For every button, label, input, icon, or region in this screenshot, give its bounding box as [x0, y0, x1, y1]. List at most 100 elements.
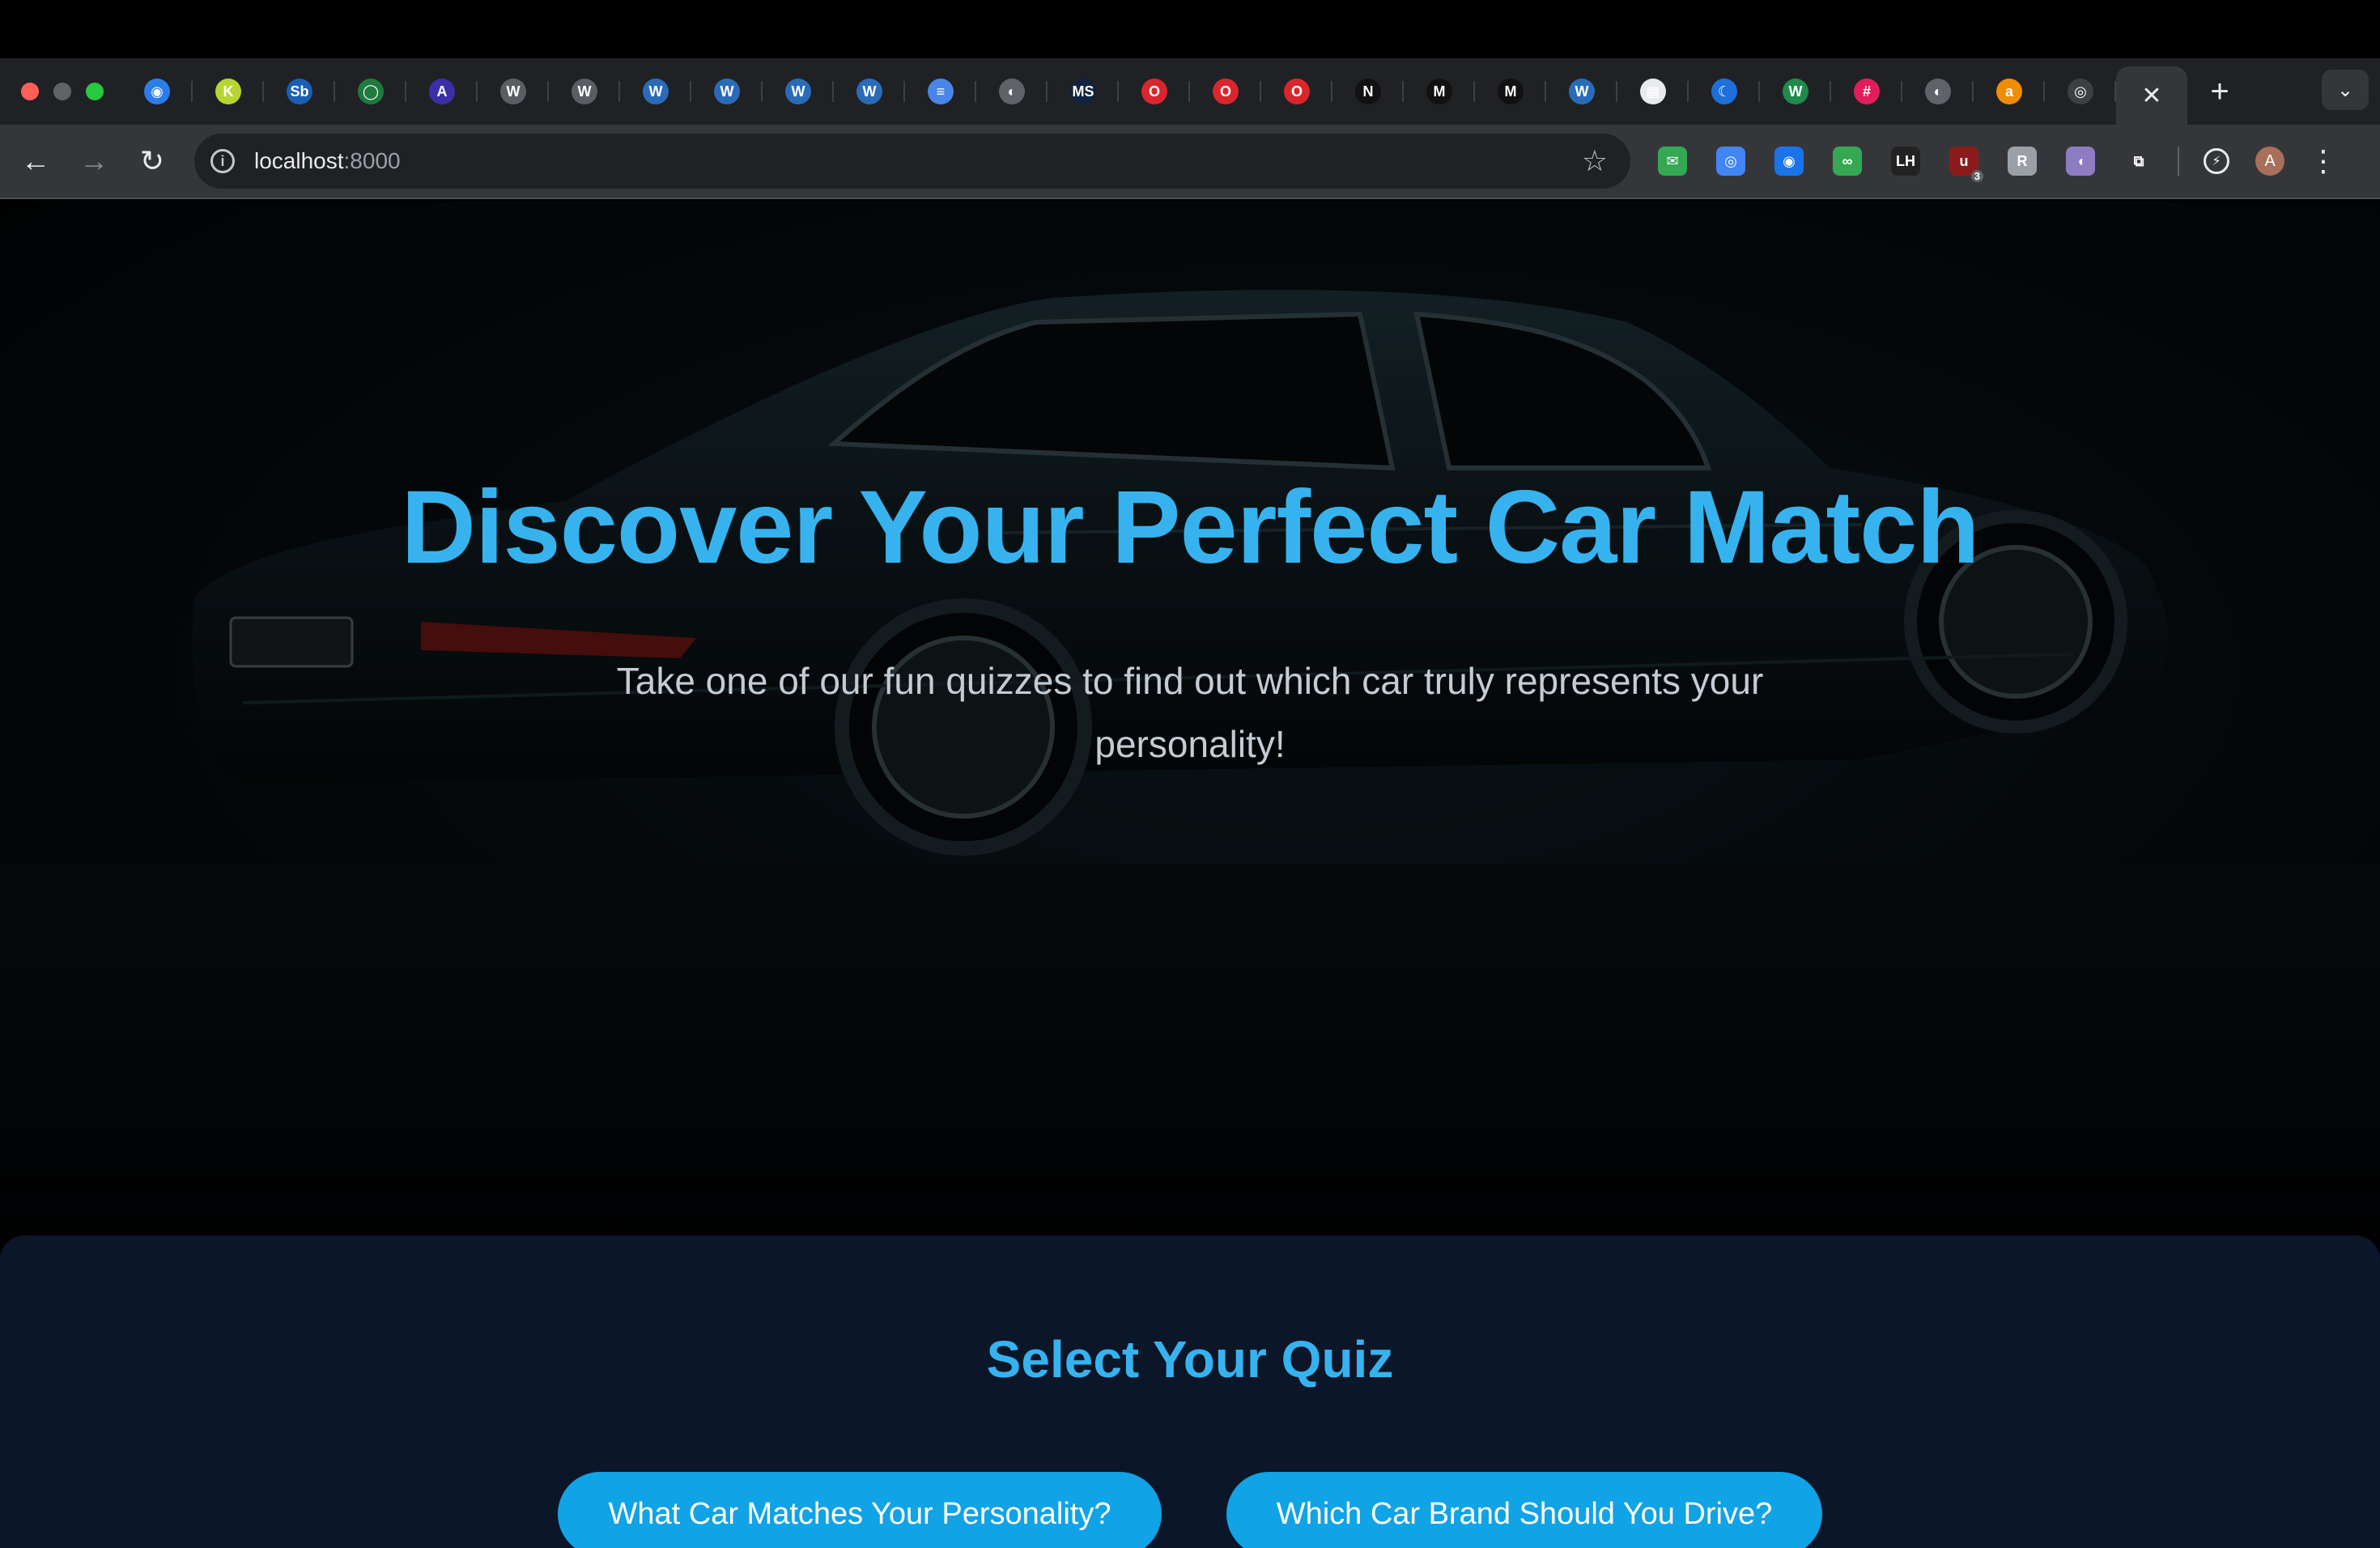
tab-26[interactable]: a [1974, 58, 2045, 125]
personality-quiz-button[interactable]: What Car Matches Your Personality? [558, 1472, 1162, 1548]
tripadvisor-icon[interactable]: ∞ [1833, 147, 1862, 176]
target-icon[interactable]: ◎ [1716, 147, 1745, 176]
tab-21[interactable]: ▦ [1617, 58, 1689, 125]
toolbar-divider [2178, 147, 2179, 176]
w-logo-icon: W [500, 79, 526, 104]
hero-subtitle: Take one of our fun quizzes to find out … [616, 660, 1764, 765]
a-logo-icon: A [429, 79, 455, 104]
tab-19[interactable]: M [1475, 58, 1546, 125]
safari-icon: ◉ [144, 79, 170, 104]
w-orange-icon: W [856, 79, 882, 104]
w-green-icon: W [1783, 79, 1808, 104]
opera-icon: O [1284, 79, 1310, 104]
puzzle-icon[interactable]: ⧉ [2124, 147, 2153, 176]
tab-22[interactable]: ☾ [1689, 58, 1760, 125]
hero-section: Discover Your Perfect Car Match Take one… [0, 201, 2380, 1237]
medium-icon: M [1426, 79, 1452, 104]
tab-14[interactable]: O [1119, 58, 1190, 125]
tab-13[interactable]: MS [1048, 58, 1119, 125]
sb-logo-icon: Sb [287, 79, 312, 104]
forward-button[interactable]: → [65, 132, 123, 190]
site-info-icon[interactable]: i [210, 149, 235, 173]
tab-18[interactable]: M [1404, 58, 1475, 125]
profile-avatar[interactable]: A [2255, 147, 2284, 176]
performance-icon[interactable]: ⚡ [2204, 148, 2229, 174]
netflix-icon: N [1355, 79, 1381, 104]
url-text[interactable]: localhost:8000 [254, 148, 401, 174]
active-tab[interactable]: ✕ [2116, 66, 2187, 125]
url-host: localhost [254, 148, 344, 173]
r-icon[interactable]: R [2008, 147, 2037, 176]
tab-0[interactable]: ◉ [121, 58, 193, 125]
tab-23[interactable]: W [1760, 58, 1831, 125]
ghost-icon[interactable]: ◖ [2066, 147, 2095, 176]
tab-24[interactable]: # [1831, 58, 1902, 125]
tab-17[interactable]: N [1332, 58, 1404, 125]
opera-icon: O [1141, 79, 1167, 104]
hero-title: Discover Your Perfect Car Match [401, 470, 1980, 585]
address-bar[interactable]: i localhost:8000 ☆ [194, 134, 1630, 189]
w-logo-icon: W [572, 79, 597, 104]
mail-check-icon[interactable]: ✉ [1658, 147, 1687, 176]
w-orange-icon: W [714, 79, 740, 104]
tab-7[interactable]: W [620, 58, 691, 125]
github-icon: ◎ [2068, 79, 2093, 104]
tab-12[interactable]: ◐ [976, 58, 1048, 125]
opera-icon: O [1213, 79, 1239, 104]
new-tab-button[interactable]: + [2187, 74, 2252, 110]
tab-8[interactable]: W [691, 58, 763, 125]
page-content: Discover Your Perfect Car Match Take one… [0, 201, 2380, 1548]
tab-2[interactable]: Sb [264, 58, 335, 125]
window-controls [0, 83, 121, 100]
w-orange-icon: W [785, 79, 811, 104]
tab-25[interactable]: ◐ [1902, 58, 1974, 125]
docs-icon: ≡ [928, 79, 954, 104]
close-tab-icon[interactable]: ✕ [2141, 82, 2161, 110]
quiz-button-group: What Car Matches Your Personality? Which… [0, 1472, 2380, 1548]
brand-quiz-button[interactable]: Which Car Brand Should You Drive? [1226, 1472, 1822, 1548]
wave-icon: ☾ [1711, 79, 1737, 104]
morgan-stanley-icon: MS [1070, 79, 1096, 104]
globe-icon: ◐ [999, 79, 1025, 104]
tab-3[interactable]: ◯ [335, 58, 406, 125]
tab-5[interactable]: W [478, 58, 549, 125]
tab-6[interactable]: W [549, 58, 620, 125]
reload-button[interactable]: ↻ [123, 132, 181, 190]
tab-search-button[interactable]: ⌄ [2322, 70, 2369, 110]
owl-icon[interactable]: ◉ [1774, 147, 1804, 176]
tab-16[interactable]: O [1261, 58, 1332, 125]
quiz-section-title: Select Your Quiz [986, 1330, 1394, 1389]
tab-strip: ◉ K Sb ◯ A W W W W W W ≡ ◐ MS O O O N M M W ▦ ☾ W # ◐ a ◎ ✕ + ⌄ [0, 58, 2380, 125]
tab-10[interactable]: W [834, 58, 905, 125]
circle-logo-icon: ◯ [358, 79, 384, 104]
tab-20[interactable]: W [1546, 58, 1617, 125]
maximize-window-button[interactable] [86, 83, 104, 100]
tab-1[interactable]: K [193, 58, 264, 125]
url-port: :8000 [343, 148, 401, 173]
minimize-window-button[interactable] [53, 83, 71, 100]
w-orange-icon: W [1569, 79, 1595, 104]
tab-11[interactable]: ≡ [905, 58, 976, 125]
browser-toolbar: ← → ↻ i localhost:8000 ☆ ✉ ◎ ◉ ∞ LH u 3 R ◖ ⧉ ⚡ A… [0, 125, 2380, 199]
tab-list: ◉ K Sb ◯ A W W W W W W ≡ ◐ MS O O O N M M W ▦ ☾ W # ◐ a ◎ [121, 58, 2116, 125]
k-logo-icon: K [215, 79, 241, 104]
close-window-button[interactable] [21, 83, 39, 100]
tab-27[interactable]: ◎ [2045, 58, 2116, 125]
extensions-area: ✉ ◎ ◉ ∞ LH u 3 R ◖ ⧉ [1658, 147, 2153, 182]
chrome-menu-icon[interactable]: ⋮ [2309, 144, 2338, 178]
lighthouse-icon[interactable]: LH [1891, 147, 1920, 176]
tab-15[interactable]: O [1190, 58, 1261, 125]
browser-window: ◉ K Sb ◯ A W W W W W W ≡ ◐ MS O O O N M M W ▦ ☾ W # ◐ a ◎ ✕ + ⌄ ← →… [0, 0, 2380, 1548]
ublock-icon[interactable]: u3 [1949, 147, 1983, 182]
w-orange-icon: W [643, 79, 669, 104]
bookmark-star-icon[interactable]: ☆ [1582, 144, 1608, 178]
back-button[interactable]: ← [6, 132, 65, 190]
calendar-icon: ▦ [1640, 79, 1666, 104]
tab-9[interactable]: W [763, 58, 834, 125]
medium-icon: M [1498, 79, 1524, 104]
extension-badge: 3 [1970, 170, 1983, 182]
tab-4[interactable]: A [406, 58, 478, 125]
menu-bar-area [0, 0, 2380, 58]
globe-icon: ◐ [1925, 79, 1951, 104]
quiz-section: Select Your Quiz What Car Matches Your P… [0, 1235, 2380, 1548]
